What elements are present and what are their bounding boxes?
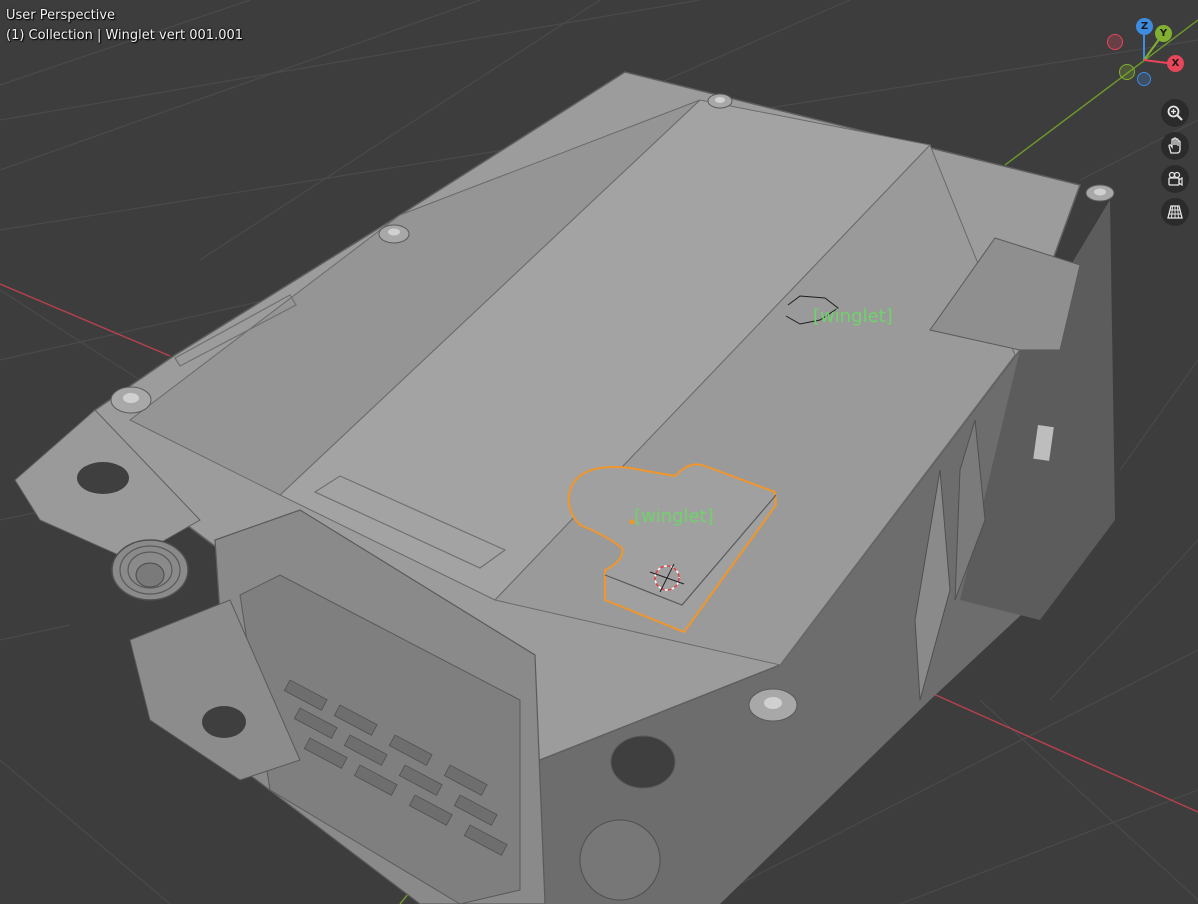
grid-icon <box>1167 205 1183 219</box>
gizmo-neg-x[interactable] <box>1107 34 1123 50</box>
gizmo-neg-y[interactable] <box>1119 64 1135 80</box>
pan-button[interactable] <box>1161 132 1189 160</box>
gizmo-z-axis[interactable]: Z <box>1136 18 1153 35</box>
zoom-button[interactable] <box>1161 99 1189 127</box>
gizmo-x-axis[interactable]: X <box>1167 55 1184 72</box>
view-name: User Perspective <box>6 8 116 23</box>
gizmo-neg-z[interactable] <box>1137 72 1151 86</box>
active-object-info: (1) Collection | Winglet vert 001.001 <box>6 28 244 43</box>
x-axis-line-far <box>919 687 1198 813</box>
antenna-connector <box>111 539 189 601</box>
3d-viewport[interactable] <box>0 0 1198 904</box>
hand-icon <box>1168 137 1181 154</box>
ortho-toggle-button[interactable] <box>1161 198 1189 226</box>
navigation-gizmo[interactable]: Z Y X <box>1100 14 1192 94</box>
camera-icon <box>1168 171 1183 187</box>
gizmo-y-axis[interactable]: Y <box>1155 25 1172 42</box>
winglet-label-active: [winglet] <box>634 506 714 527</box>
camera-view-button[interactable] <box>1161 165 1189 193</box>
zoom-icon <box>1167 105 1183 121</box>
winglet-label-inactive: [winglet] <box>813 306 893 327</box>
radio-model[interactable] <box>14 71 1115 904</box>
